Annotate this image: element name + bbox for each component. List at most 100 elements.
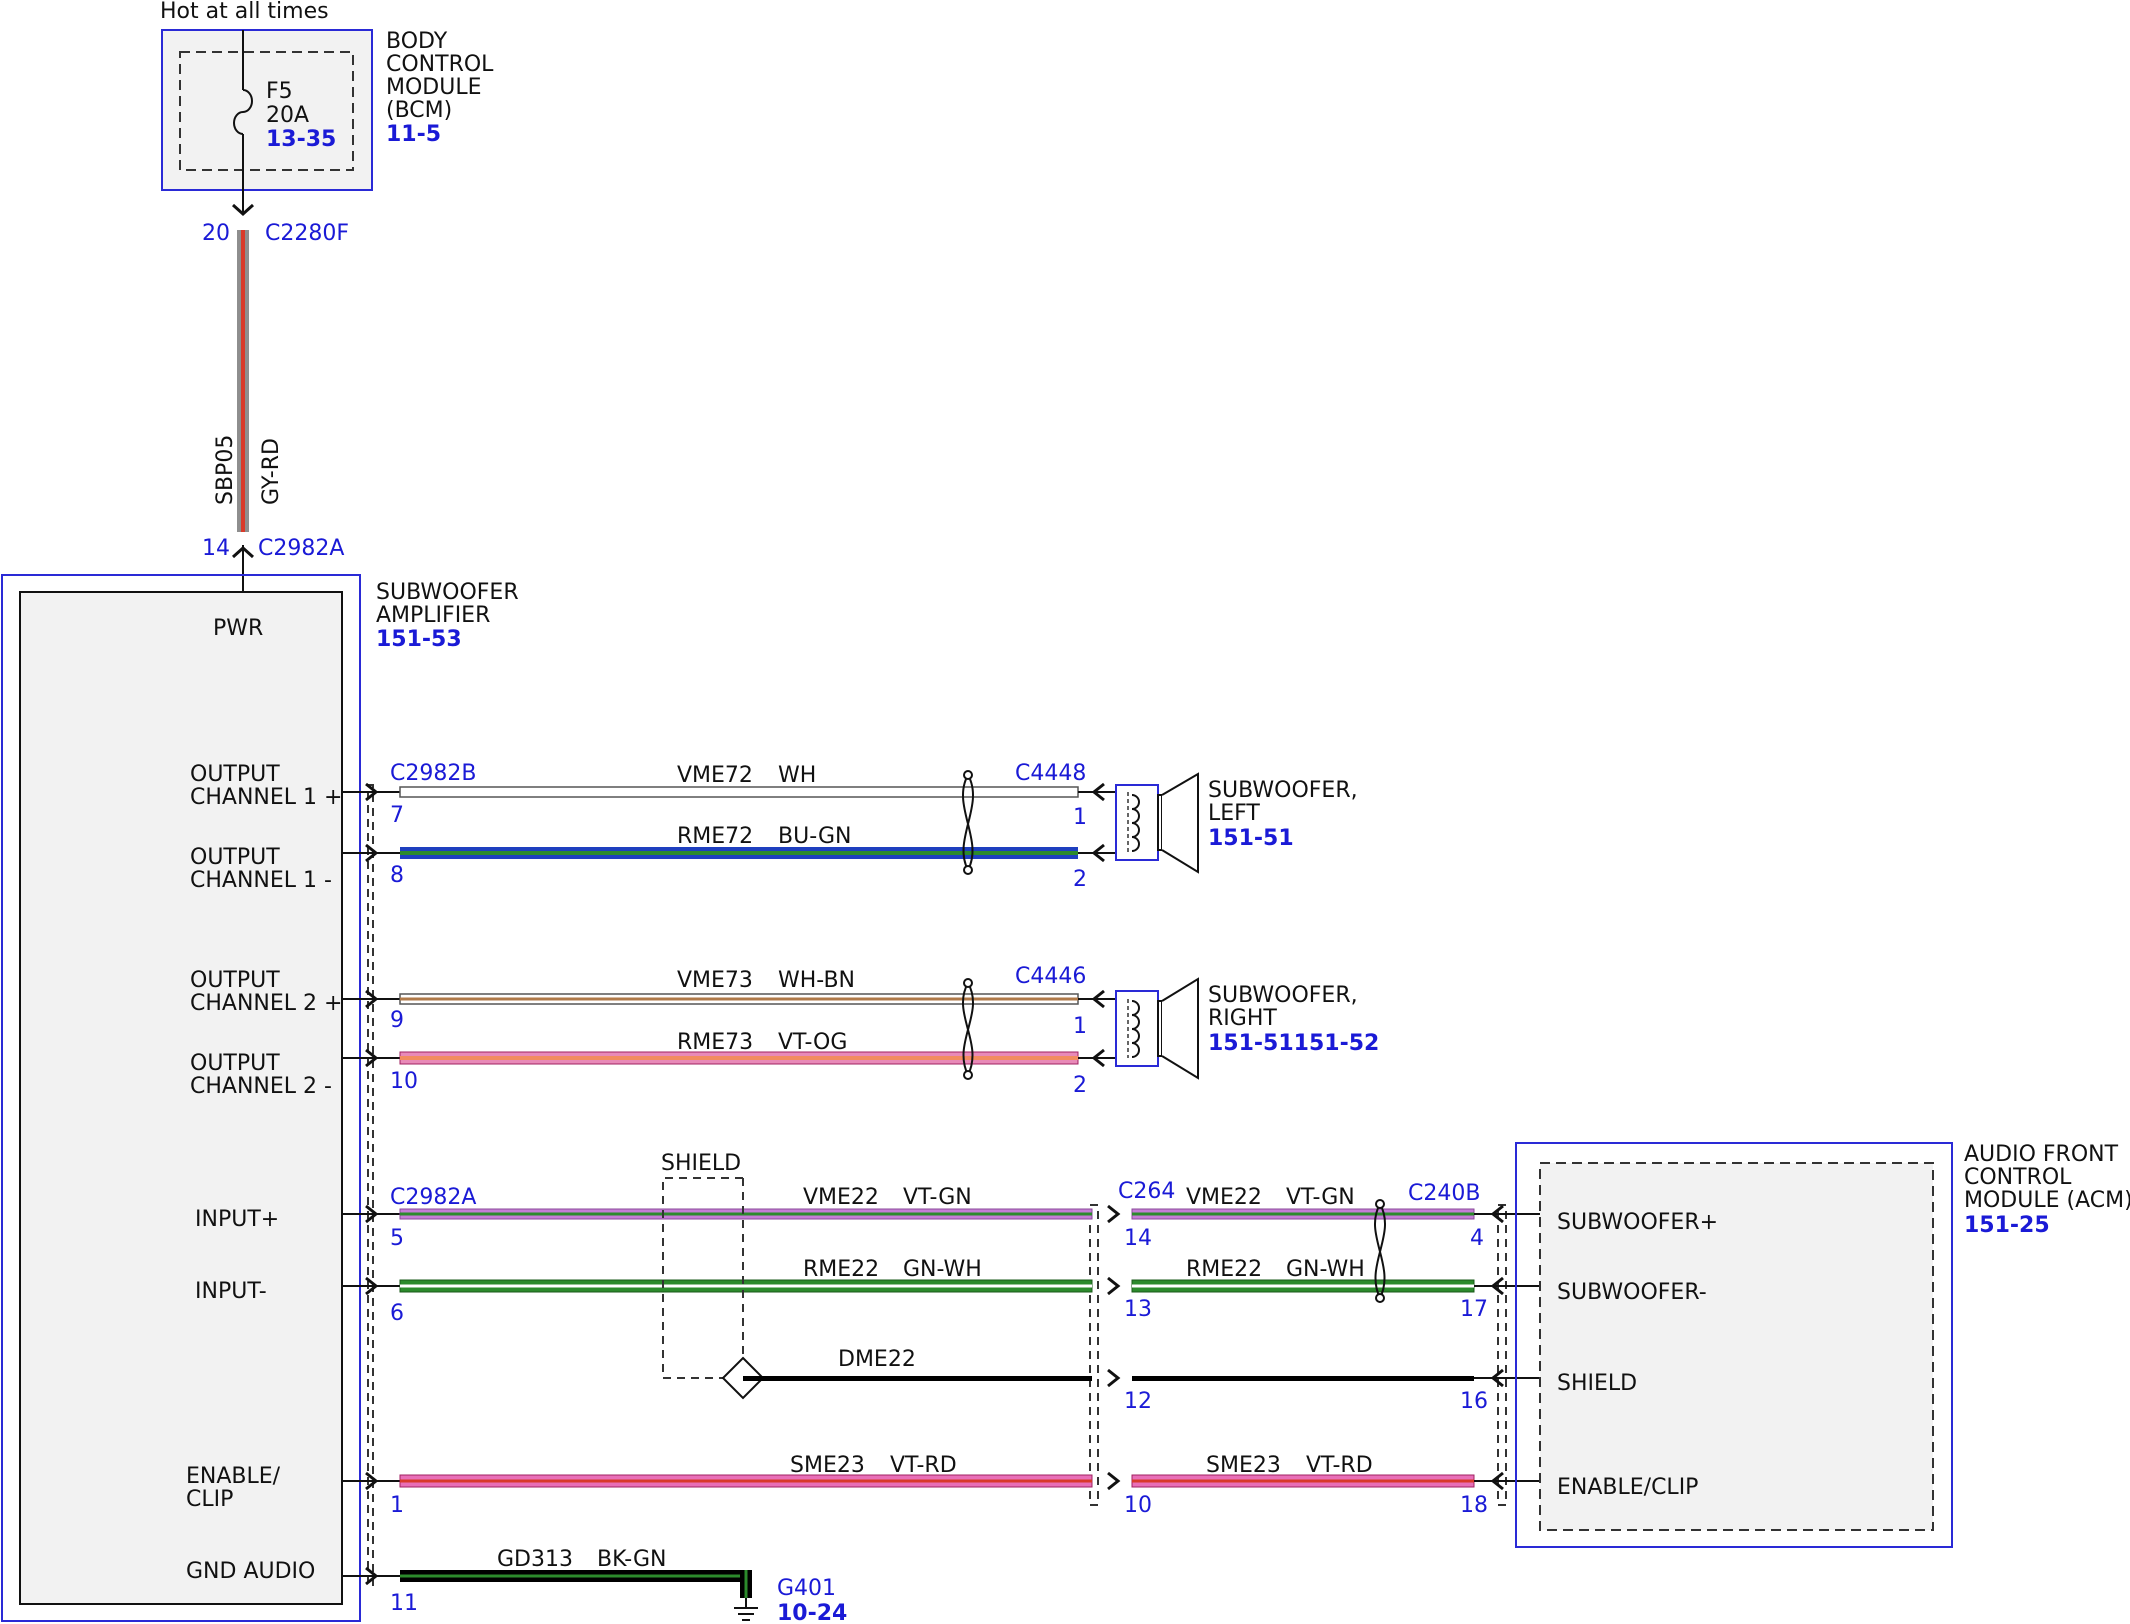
out2n-label-1: OUTPUT xyxy=(190,1051,280,1076)
c2982a-input-connector: C2982A xyxy=(390,1185,476,1210)
ground-g401: G401 xyxy=(777,1576,836,1601)
bcm-ref-link[interactable]: 11-5 xyxy=(386,122,441,147)
input-plus-label: INPUT+ xyxy=(195,1207,279,1232)
sub-left-title-2: LEFT xyxy=(1208,801,1260,826)
rme72-color: BU-GN xyxy=(778,824,851,849)
rme22-circuit-2: RME22 xyxy=(1186,1257,1262,1282)
c264-pin-13: 13 xyxy=(1124,1297,1152,1322)
ground-ref-link[interactable]: 10-24 xyxy=(777,1601,847,1624)
bcm-title-1: BODY xyxy=(386,29,448,54)
shield-label: SHIELD xyxy=(661,1151,741,1176)
rme22-color-2: GN-WH xyxy=(1286,1257,1365,1282)
sme23-color-2: VT-RD xyxy=(1306,1453,1373,1478)
hot-at-all-times-label: Hot at all times xyxy=(160,0,329,24)
c240b-pin-16: 16 xyxy=(1460,1389,1488,1414)
c4446-pin-1: 1 xyxy=(1073,1014,1087,1039)
out1n-pin: 8 xyxy=(390,863,404,888)
amplifier-connector-outline xyxy=(367,784,374,1586)
rme72-circuit: RME72 xyxy=(677,824,753,849)
sub-right-title-1: SUBWOOFER, xyxy=(1208,983,1358,1008)
sub-right-title-2: RIGHT xyxy=(1208,1006,1277,1031)
bcm-title-3: MODULE xyxy=(386,75,482,100)
out1p-label-2: CHANNEL 1 + xyxy=(190,785,342,810)
wire-vme22-amp-side[interactable] xyxy=(342,1208,1093,1220)
input-plus-pin: 5 xyxy=(390,1226,404,1251)
wire-vme22-acm-side[interactable] xyxy=(1131,1208,1540,1220)
amplifier-ref-link[interactable]: 151-53 xyxy=(376,627,462,652)
out2n-label-2: CHANNEL 2 - xyxy=(190,1074,332,1099)
power-top-pin: 20 xyxy=(202,221,230,246)
amplifier-title-1: SUBWOOFER xyxy=(376,580,519,605)
acm-pin-subwoofer-minus: SUBWOOFER- xyxy=(1557,1280,1707,1305)
acm-pin-enable-clip: ENABLE/CLIP xyxy=(1557,1475,1698,1500)
vme22-color-2: VT-GN xyxy=(1286,1185,1355,1210)
connector-arrow-icon xyxy=(1107,1471,1121,1491)
fuse-name: F5 xyxy=(266,79,293,104)
wiring-diagram: Hot at all times F5 20A 13-35 BODY CONTR… xyxy=(1,0,2130,1624)
acm-title-2: CONTROL xyxy=(1964,1165,2072,1190)
sme23-color: VT-RD xyxy=(890,1453,957,1478)
acm-title-1: AUDIO FRONT xyxy=(1964,1142,2119,1167)
wire-sme23-amp-side[interactable] xyxy=(342,1474,1093,1488)
vme22-color: VT-GN xyxy=(903,1185,972,1210)
c264-pin-12: 12 xyxy=(1124,1389,1152,1414)
acm-pin-shield: SHIELD xyxy=(1557,1371,1637,1396)
c4448-connector: C4448 xyxy=(1015,761,1086,786)
enable-pin: 1 xyxy=(390,1493,404,1518)
c2982b-connector: C2982B xyxy=(390,761,476,786)
gnd-audio-label: GND AUDIO xyxy=(186,1559,315,1584)
c264-connector: C264 xyxy=(1118,1179,1175,1204)
subwoofer-left-speaker-icon[interactable] xyxy=(1115,772,1199,874)
amplifier-pwr-label: PWR xyxy=(213,616,263,641)
vme22-circuit: VME22 xyxy=(803,1185,879,1210)
c264-pin-14: 14 xyxy=(1124,1226,1152,1251)
c240b-pin-4: 4 xyxy=(1470,1226,1484,1251)
input-minus-label: INPUT- xyxy=(195,1279,267,1304)
rme22-color: GN-WH xyxy=(903,1257,982,1282)
sub-left-ref-link[interactable]: 151-51 xyxy=(1208,826,1294,851)
sub-right-ref-link[interactable]: 151-51151-52 xyxy=(1208,1031,1379,1056)
fuse-rating: 20A xyxy=(266,103,309,128)
power-bottom-pin: 14 xyxy=(202,536,230,561)
out2p-label-2: CHANNEL 2 + xyxy=(190,991,342,1016)
out2n-pin: 10 xyxy=(390,1069,418,1094)
power-wire[interactable] xyxy=(237,230,249,532)
shield-outline xyxy=(662,1177,743,1379)
rme22-circuit: RME22 xyxy=(803,1257,879,1282)
c4448-pin-2: 2 xyxy=(1073,867,1087,892)
power-bottom-connector: C2982A xyxy=(258,536,344,561)
c240b-pin-17: 17 xyxy=(1460,1297,1488,1322)
c4448-pin-1: 1 xyxy=(1073,805,1087,830)
acm-pin-subwoofer-plus: SUBWOOFER+ xyxy=(1557,1210,1718,1235)
sub-left-title-1: SUBWOOFER, xyxy=(1208,778,1358,803)
vme72-color: WH xyxy=(778,763,816,788)
sme23-circuit: SME23 xyxy=(790,1453,865,1478)
c240b-connector-outline xyxy=(1497,1204,1507,1506)
subwoofer-right-speaker-icon[interactable] xyxy=(1115,977,1199,1080)
out2p-label-1: OUTPUT xyxy=(190,968,280,993)
bcm-title-2: CONTROL xyxy=(386,52,494,77)
gnd-pin: 11 xyxy=(390,1591,418,1616)
connector-arrow-icon xyxy=(1107,1368,1121,1388)
input-minus-pin: 6 xyxy=(390,1301,404,1326)
wire-vme73[interactable] xyxy=(342,993,1079,1005)
enable-label-2: CLIP xyxy=(186,1487,233,1512)
fuse-ref-link[interactable]: 13-35 xyxy=(266,127,336,152)
ground-icon xyxy=(734,1598,758,1621)
acm-ref-link[interactable]: 151-25 xyxy=(1964,1213,2050,1238)
connector-arrow-icon xyxy=(1107,1204,1121,1224)
out2p-pin: 9 xyxy=(390,1008,404,1033)
wire-dme22[interactable] xyxy=(743,1376,1540,1381)
gd313-color: BK-GN xyxy=(597,1547,666,1572)
out1n-label-1: OUTPUT xyxy=(190,845,280,870)
bcm-title-4: (BCM) xyxy=(386,98,452,123)
rme73-color: VT-OG xyxy=(778,1030,847,1055)
power-top-connector: C2280F xyxy=(265,221,349,246)
out1n-label-2: CHANNEL 1 - xyxy=(190,868,332,893)
acm-title-3: MODULE (ACM) xyxy=(1964,1188,2130,1213)
wire-vme72[interactable] xyxy=(342,786,1079,798)
out1p-pin: 7 xyxy=(390,803,404,828)
vme22-circuit-2: VME22 xyxy=(1186,1185,1262,1210)
out1p-label-1: OUTPUT xyxy=(190,762,280,787)
dme22-circuit: DME22 xyxy=(838,1347,916,1372)
